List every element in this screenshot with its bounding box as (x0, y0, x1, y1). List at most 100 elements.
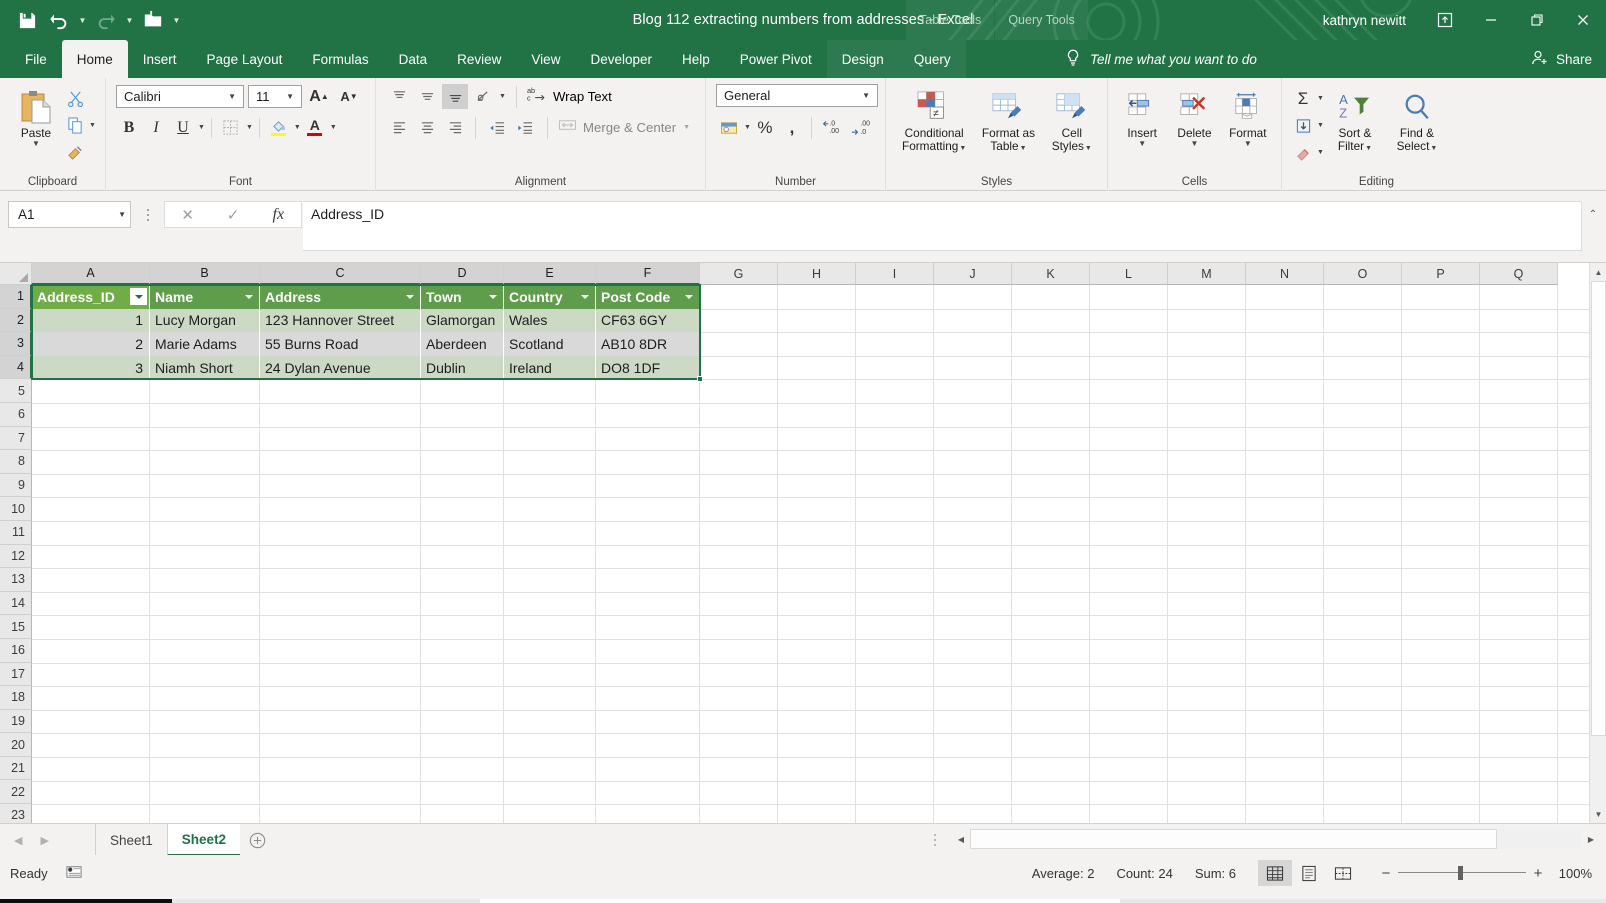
ribbon-tab-strip[interactable]: File Home Insert Page Layout Formulas Da… (0, 40, 1606, 78)
column-header-l[interactable]: L (1090, 263, 1168, 285)
tab-home[interactable]: Home (61, 40, 128, 78)
sheet-nav-buttons[interactable]: ◀ ▶ (14, 824, 49, 856)
font-size-input[interactable]: 11 ▼ (248, 85, 302, 108)
tab-view[interactable]: View (516, 40, 575, 78)
format-as-table-button[interactable]: Format as Table▼ (975, 84, 1041, 156)
cancel-entry-icon[interactable]: ✕ (165, 202, 210, 227)
filter-dropdown-icon[interactable] (576, 288, 593, 305)
sheet-tab-bar[interactable]: ◀ ▶ Sheet1 Sheet2 ◀ ▶ (0, 823, 1606, 856)
row-header-17[interactable]: 17 (0, 662, 32, 687)
table-cell[interactable]: Marie Adams (150, 332, 260, 356)
minimize-icon[interactable] (1468, 0, 1514, 40)
zoom-slider-thumb[interactable] (1458, 866, 1463, 880)
record-macro-icon[interactable] (64, 863, 84, 883)
table-header-cell[interactable]: Address_ID (32, 285, 150, 309)
ribbon-tabs[interactable]: File Home Insert Page Layout Formulas Da… (0, 40, 1606, 78)
column-header-q[interactable]: Q (1480, 263, 1558, 285)
close-icon[interactable] (1560, 0, 1606, 40)
row-header-22[interactable]: 22 (0, 780, 32, 805)
tab-review[interactable]: Review (442, 40, 516, 78)
tab-file[interactable]: File (10, 40, 62, 78)
row-header-7[interactable]: 7 (0, 426, 32, 451)
font-color-dropdown-icon[interactable]: ▼ (330, 124, 337, 131)
tab-help[interactable]: Help (667, 40, 725, 78)
formula-bar-grip[interactable] (145, 205, 151, 225)
table-cell[interactable]: 2 (32, 332, 150, 356)
row-headers[interactable]: 1 2 3 4 5 6 7 8 9 10 11 12 13 14 15 16 17 18 19 20 21 22 23 (0, 285, 32, 823)
zoom-control[interactable]: − + 100% (1374, 861, 1598, 885)
format-cells-button[interactable]: Format ▼ (1221, 84, 1275, 151)
confirm-entry-icon[interactable]: ✓ (210, 202, 255, 227)
row-header-8[interactable]: 8 (0, 450, 32, 474)
undo-dropdown-icon[interactable]: ▼ (76, 5, 89, 35)
find-select-dropdown-icon[interactable]: ▼ (1430, 145, 1437, 152)
name-box[interactable]: A1 ▼ (8, 201, 131, 228)
row-header-10[interactable]: 10 (0, 497, 32, 521)
underline-dropdown-icon[interactable]: ▼ (198, 124, 205, 131)
column-header-f[interactable]: F (596, 263, 700, 285)
row-header-20[interactable]: 20 (0, 733, 32, 757)
table-header-cell[interactable]: Town (421, 285, 504, 309)
normal-view-icon[interactable] (1258, 860, 1292, 886)
tab-data[interactable]: Data (384, 40, 443, 78)
fill-button[interactable] (1290, 113, 1316, 138)
vertical-scrollbar[interactable]: ▲ ▼ (1589, 263, 1606, 823)
save-icon[interactable] (12, 5, 42, 35)
table-row[interactable]: 1 Lucy Morgan 123 Hannover Street Glamorgan… (32, 308, 700, 333)
row-header-19[interactable]: 19 (0, 709, 32, 734)
table-cell[interactable]: 123 Hannover Street (260, 308, 421, 333)
decrease-indent-button[interactable] (483, 115, 509, 140)
table-cell[interactable]: Scotland (504, 332, 596, 356)
column-header-h[interactable]: H (778, 263, 856, 285)
column-header-k[interactable]: K (1012, 263, 1090, 285)
row-header-14[interactable]: 14 (0, 591, 32, 616)
share-button[interactable]: Share (1531, 40, 1592, 78)
italic-button[interactable]: I (143, 115, 169, 140)
table-cell[interactable]: Aberdeen (421, 332, 504, 356)
tab-insert[interactable]: Insert (128, 40, 192, 78)
increase-indent-button[interactable] (511, 115, 537, 140)
sheet-tabs[interactable]: Sheet1 Sheet2 (95, 824, 274, 856)
table-cell[interactable]: Glamorgan (421, 308, 504, 333)
underline-button[interactable]: U (170, 115, 196, 140)
align-left-button[interactable] (386, 115, 412, 140)
column-header-e[interactable]: E (504, 263, 596, 285)
row-header-5[interactable]: 5 (0, 379, 32, 403)
next-sheet-icon[interactable]: ▶ (40, 834, 48, 847)
table-cell[interactable]: 3 (32, 355, 150, 380)
decrease-font-size-button[interactable]: A ▼ (336, 84, 362, 109)
redo-icon[interactable] (91, 5, 121, 35)
row-header-9[interactable]: 9 (0, 473, 32, 498)
align-middle-button[interactable] (414, 84, 440, 109)
table-cell[interactable]: 55 Burns Road (260, 332, 421, 356)
column-header-d[interactable]: D (421, 263, 504, 285)
table-cell[interactable]: Wales (504, 308, 596, 333)
column-header-i[interactable]: I (856, 263, 934, 285)
number-format-select[interactable]: General ▼ (716, 84, 878, 107)
paste-button[interactable]: Paste ▼ (10, 84, 62, 151)
table-row[interactable]: 3 Niamh Short 24 Dylan Avenue Dublin Ireland… (32, 355, 700, 380)
undo-icon[interactable] (44, 5, 74, 35)
column-header-o[interactable]: O (1324, 263, 1402, 285)
row-header-4[interactable]: 4 (0, 355, 32, 380)
table-cell[interactable]: Ireland (504, 355, 596, 380)
horizontal-scroll-track[interactable] (970, 829, 1582, 849)
fill-dropdown-icon[interactable]: ▼ (1317, 122, 1324, 129)
row-header-12[interactable]: 12 (0, 544, 32, 569)
font-name-input[interactable]: Calibri ▼ (116, 85, 244, 108)
delete-cells-dropdown-icon[interactable]: ▼ (1191, 140, 1199, 148)
tab-developer[interactable]: Developer (575, 40, 667, 78)
insert-function-icon[interactable]: fx (256, 202, 301, 227)
accounting-dropdown-icon[interactable]: ▼ (744, 124, 751, 131)
window-controls[interactable]: kathryn newitt (1323, 0, 1606, 40)
table-cell[interactable]: DO8 1DF (596, 355, 700, 380)
filter-dropdown-icon[interactable] (240, 288, 257, 305)
table-header-cell[interactable]: Post Code (596, 285, 700, 309)
row-header-2[interactable]: 2 (0, 308, 32, 333)
table-header-cell[interactable]: Name (150, 285, 260, 309)
excel-table[interactable]: Address_ID Name Address Town Country Post Cod… (32, 285, 700, 380)
column-header-n[interactable]: N (1246, 263, 1324, 285)
fill-color-dropdown-icon[interactable]: ▼ (294, 124, 301, 131)
format-as-table-dropdown-icon[interactable]: ▼ (1020, 145, 1027, 152)
table-cell[interactable]: 1 (32, 308, 150, 333)
